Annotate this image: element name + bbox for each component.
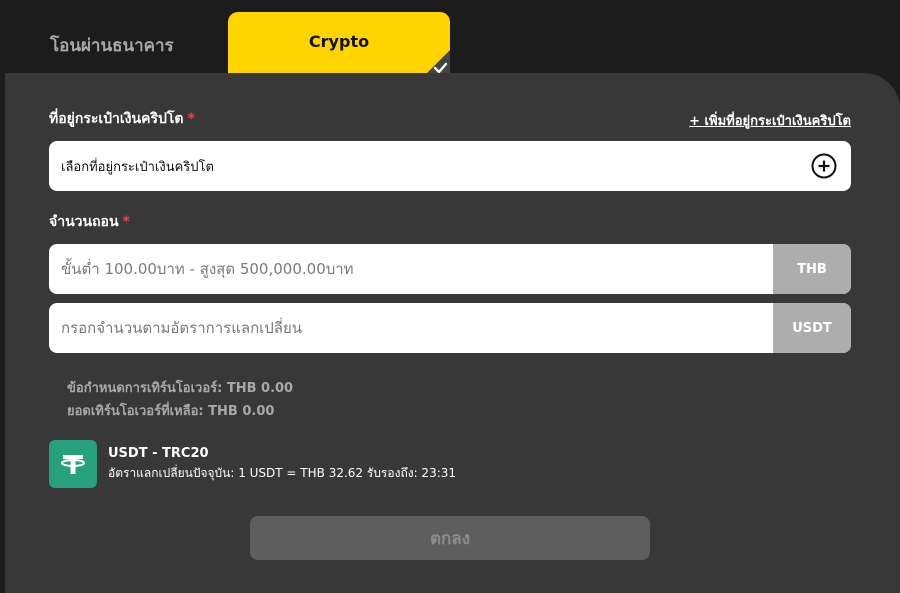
wallet-select[interactable]: เลือกที่อยู่กระเป๋าเงินคริปโต — [49, 141, 851, 191]
tab-bar: โอนผ่านธนาคาร Crypto — [0, 0, 900, 76]
wallet-label: ที่อยู่กระเป๋าเงินคริปโต * — [49, 111, 195, 127]
amount-label: จำนวนถอน * — [49, 214, 130, 230]
thb-amount-field: THB — [49, 244, 851, 294]
required-mark: * — [122, 214, 130, 230]
thb-unit-badge: THB — [773, 244, 851, 294]
turnover-requirement: ข้อกำหนดการเทิร์นโอเวอร์: THB 0.00 — [67, 381, 294, 396]
required-mark: * — [187, 111, 195, 127]
thb-amount-input[interactable] — [49, 244, 773, 294]
usdt-unit-badge: USDT — [773, 303, 851, 353]
turnover-remaining: ยอดเทิร์นโอเวอร์ที่เหลือ: THB 0.00 — [67, 404, 275, 419]
submit-button[interactable]: ตกลง — [250, 516, 650, 560]
exchange-rate: อัตราแลกเปลี่ยนปัจจุบัน: 1 USDT = THB 32… — [108, 466, 457, 480]
usdt-amount-field: USDT — [49, 303, 851, 353]
wallet-select-text: เลือกที่อยู่กระเป๋าเงินคริปโต — [61, 159, 214, 175]
usdt-amount-input[interactable] — [49, 303, 773, 353]
tab-bank-transfer[interactable]: โอนผ่านธนาคาร — [50, 32, 174, 59]
tether-icon — [49, 440, 97, 488]
tab-crypto-label: Crypto — [308, 32, 370, 51]
coin-title: USDT - TRC20 — [108, 446, 209, 461]
tab-crypto[interactable]: Crypto — [228, 12, 450, 76]
tether-logo-icon — [61, 455, 85, 474]
add-wallet-link[interactable]: + เพิ่มที่อยู่กระเป๋าเงินคริปโต — [689, 110, 851, 131]
plus-circle-icon[interactable] — [811, 153, 837, 179]
